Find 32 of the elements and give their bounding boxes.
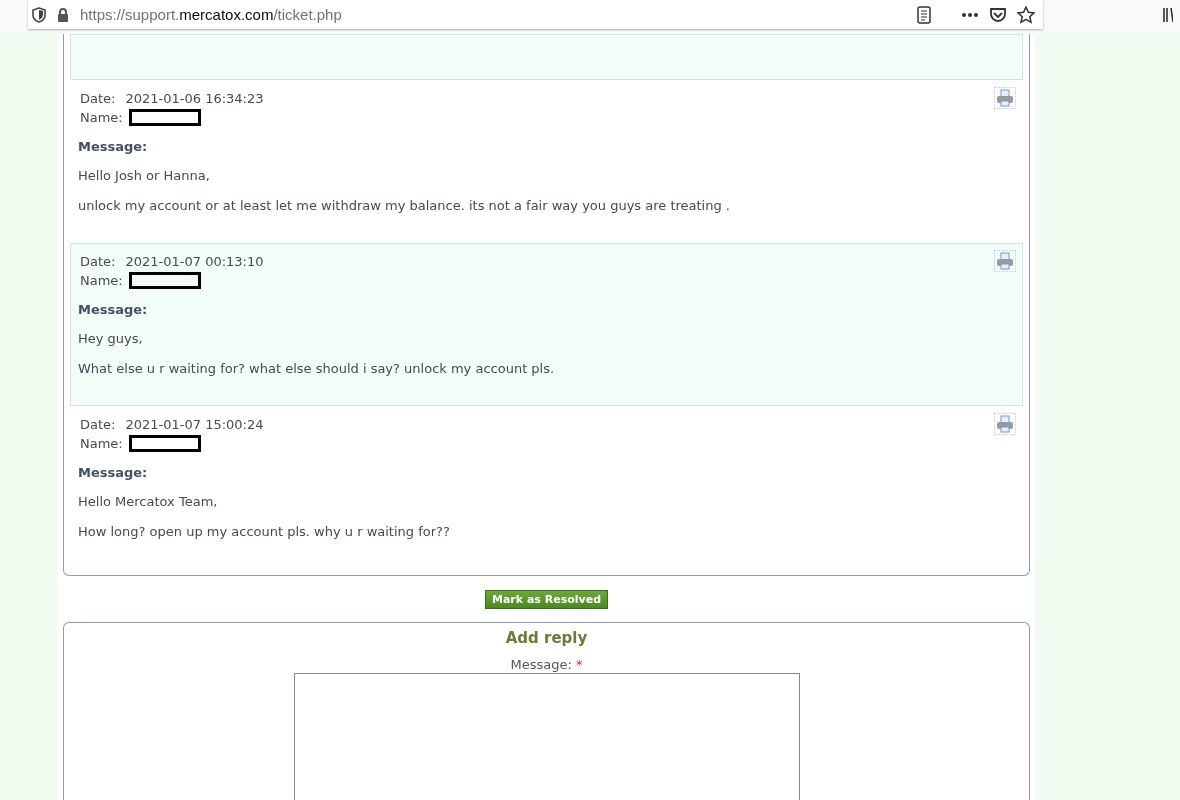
print-button[interactable] — [994, 250, 1016, 272]
date-label: Date: — [80, 416, 116, 434]
name-label: Name: — [80, 272, 123, 290]
library-icon[interactable] — [1163, 8, 1173, 22]
date-label: Date: — [80, 90, 116, 108]
shield-icon[interactable] — [32, 6, 46, 23]
date-label: Date: — [80, 253, 116, 271]
star-icon[interactable] — [1017, 5, 1035, 24]
message-field-label: Message: — [510, 657, 572, 672]
name-label: Name: — [80, 109, 123, 127]
print-button[interactable] — [994, 87, 1016, 109]
date-value: 2021-01-07 00:13:10 — [125, 253, 264, 271]
address-bar[interactable]: https://support.mercatox.com/ticket.php — [28, 0, 1043, 29]
message-text: Hello Josh or Hanna, — [78, 168, 211, 183]
message-text: unlock my account or at least let me withdraw my balance. its not a fair way you guys are treating . — [78, 198, 731, 213]
name-label: Name: — [80, 435, 123, 453]
message-label: Message: — [78, 302, 149, 317]
required-mark: * — [575, 657, 583, 672]
date-value: 2021-01-06 16:34:23 — [125, 90, 264, 108]
date-value: 2021-01-07 15:00:24 — [125, 416, 264, 434]
message-label: Message: — [78, 139, 149, 154]
message-label: Message: — [78, 465, 149, 480]
message-text: How long? open up my account pls. why u r waiting for?? — [78, 524, 451, 539]
message-text: Hey guys, — [78, 331, 144, 346]
pocket-icon[interactable] — [989, 6, 1007, 23]
lock-icon — [56, 6, 70, 23]
message-text: What else u r waiting for? what else should i say? unlock my account pls. — [78, 361, 556, 376]
reply-title: Add reply — [505, 629, 588, 647]
print-button[interactable] — [994, 413, 1016, 435]
more-icon[interactable] — [961, 11, 979, 18]
document-icon[interactable] — [917, 5, 931, 24]
message-text: Hello Mercatox Team, — [78, 494, 219, 509]
